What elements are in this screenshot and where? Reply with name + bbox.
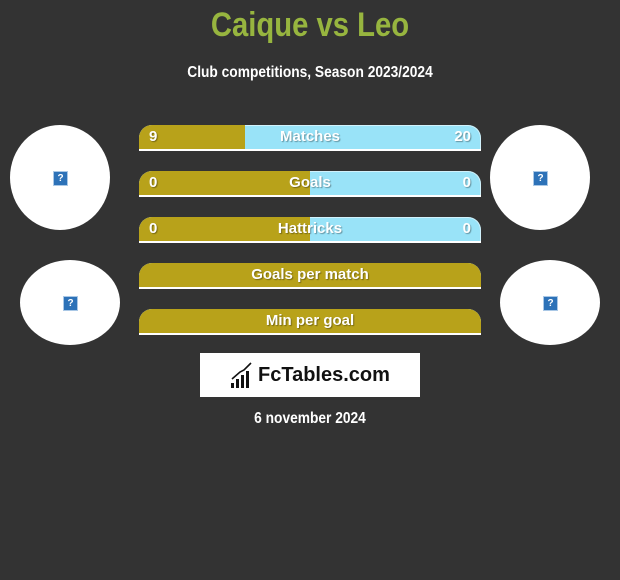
fctables-logo[interactable]: FcTables.com [200,353,420,397]
row-underline [139,287,481,289]
right-value: 0 [462,220,471,237]
broken-image-icon: ? [533,170,548,186]
row-underline [139,149,481,151]
stat-label: Matches [279,128,341,145]
right-player-avatar: ? [490,125,590,230]
stat-row-goals: 0 Goals 0 [139,171,481,197]
right-value: 0 [462,174,471,191]
broken-image-icon: ? [53,170,68,186]
right-value: 20 [454,128,471,145]
stat-label: Goals [289,174,331,191]
left-player-avatar: ? [10,125,110,230]
competition-subtitle: Club competitions, Season 2023/2024 [187,64,433,81]
stat-row-hattricks: 0 Hattricks 0 [139,217,481,243]
broken-image-icon: ? [63,295,78,311]
stat-label: Goals per match [251,266,369,283]
page-title: Caique vs Leo [210,6,410,44]
stat-row-goals-per-match: Goals per match [139,263,481,289]
logo-text: FcTables.com [258,363,390,386]
stat-row-min-per-goal: Min per goal [139,309,481,335]
bar-chart-icon [231,362,252,388]
row-underline [139,333,481,335]
broken-image-icon: ? [543,295,558,311]
row-underline [139,241,481,243]
row-underline [139,195,481,197]
stat-label: Min per goal [265,312,355,329]
stat-row-matches: 9 Matches 20 [139,125,481,151]
right-club-logo: ? [500,260,600,345]
stat-label: Hattricks [277,220,343,237]
left-club-logo: ? [20,260,120,345]
date-label: 6 november 2024 [254,410,366,427]
